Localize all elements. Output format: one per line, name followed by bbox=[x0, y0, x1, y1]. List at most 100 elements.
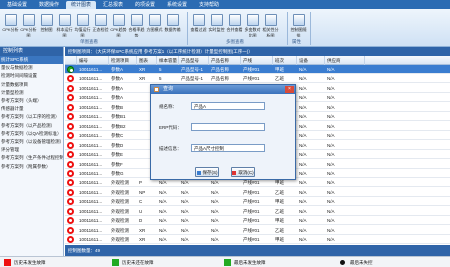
column-header[interactable]: 样本容量 bbox=[157, 56, 179, 65]
close-button[interactable]: × bbox=[285, 86, 294, 93]
status-indicator-icon bbox=[67, 217, 74, 225]
ribbon-button-12[interactable]: 合并查看 bbox=[226, 14, 243, 37]
column-header[interactable]: 产品型号 bbox=[179, 56, 209, 65]
ribbon-group-label: 单图查看 bbox=[80, 39, 98, 44]
ribbon-button-5[interactable]: 正态检验 bbox=[92, 14, 109, 37]
save-button[interactable]: 保存(S) bbox=[195, 167, 219, 177]
status-indicator-icon bbox=[67, 160, 74, 168]
status-dot-icon bbox=[69, 209, 72, 213]
column-header[interactable]: 班次 bbox=[273, 56, 297, 65]
ribbon-button-6[interactable]: CPK趋势图 bbox=[110, 14, 127, 37]
status-dot-icon bbox=[69, 181, 72, 185]
chart-icon bbox=[264, 14, 277, 26]
table-cell: N/A bbox=[299, 95, 307, 101]
table-row[interactable]: 10011611... 外观检测 XR N/A N/A N/A 产线#01 乙班 N/A N/A bbox=[65, 226, 450, 235]
tree-item[interactable]: 参考方案列（附属参数） bbox=[0, 163, 63, 171]
column-header[interactable]: 产线 bbox=[241, 56, 273, 65]
ribbon-button-7[interactable]: 合格率趋势 bbox=[128, 14, 145, 37]
legend-swatch bbox=[340, 260, 345, 265]
status-indicator-icon bbox=[67, 169, 74, 177]
tree-item[interactable]: 评分管理 bbox=[0, 146, 63, 154]
tree-item[interactable]: 参考方案列（以QA检测标准） bbox=[0, 130, 63, 138]
table-cell: 产线#01 bbox=[243, 189, 260, 195]
table-cell: N/A bbox=[327, 67, 335, 72]
ribbon-button-14[interactable]: 相关性分析图 bbox=[262, 14, 279, 37]
column-header[interactable]: 产品名称 bbox=[209, 56, 241, 65]
cancel-button[interactable]: 取消(C) bbox=[231, 167, 255, 177]
column-header[interactable]: 设备 bbox=[297, 56, 325, 65]
table-row[interactable]: 10011611... 外观检测 NP N/A N/A N/A 产线#01 乙班 N/A N/A bbox=[65, 188, 450, 197]
tab-1[interactable]: 数据操作 bbox=[34, 1, 64, 9]
menu-tabs: 基础设置 数据操作 统计图表 汇总报表 的项设置 系统设置 支持帮助 bbox=[0, 0, 450, 9]
ribbon-button-10[interactable]: 查看过滤 bbox=[190, 14, 207, 37]
ribbon-group-label: 多图查看 bbox=[226, 39, 244, 44]
column-header[interactable] bbox=[65, 56, 77, 65]
table-row[interactable]: 10011611... 参数A XR 5 产品型号-1 产品名称 产线#01 乙班 N/A N/A bbox=[65, 74, 450, 84]
table-row[interactable]: 10011611... 参数A XR 5 产品型号-1 产品名称 产线#01 甲班 N/A N/A bbox=[65, 65, 450, 74]
tab-6[interactable]: 支持帮助 bbox=[194, 1, 224, 9]
ribbon-button-11[interactable]: 实时监控 bbox=[208, 14, 225, 37]
status-dot-icon bbox=[69, 115, 72, 119]
tree-item[interactable]: 统计SPC系统 bbox=[0, 56, 63, 64]
breadcrumb: 控制图项目：（大庆环保SPC系统应用 参考方案1（以工序统计检测）计量型控制图(… bbox=[65, 47, 450, 56]
ribbon-button-3[interactable]: 样本运行图 bbox=[56, 14, 73, 37]
chart-count: 控制图数量：49 bbox=[65, 245, 450, 256]
table-row[interactable]: 10011611... 外观检测 U N/A N/A N/A 产线#01 乙班 N/A N/A bbox=[65, 207, 450, 216]
tree-item[interactable]: 参考方案列（以设备管理检测） bbox=[0, 138, 63, 146]
column-header[interactable]: 供应商 bbox=[325, 56, 365, 65]
table-cell: N/A bbox=[327, 123, 335, 129]
table-cell: N/A bbox=[299, 76, 307, 82]
tab-3[interactable]: 汇总报表 bbox=[98, 1, 128, 9]
tab-5[interactable]: 系统设置 bbox=[162, 1, 192, 9]
table-row[interactable]: 10011611... 外观检测 D N/A N/A N/A 产线#01 甲班 N/A N/A bbox=[65, 216, 450, 226]
table-row[interactable]: 10011611... 外观检测 XR N/A N/A N/A 产线#01 甲班 N/A N/A bbox=[65, 235, 450, 245]
description-input[interactable]: 产品A尺寸控制 bbox=[191, 144, 265, 152]
tree-item[interactable]: 参考方案列（以工序的检测） bbox=[0, 113, 63, 121]
tab-0[interactable]: 基础设置 bbox=[2, 1, 32, 9]
table-cell: N/A bbox=[327, 218, 335, 224]
tree-item[interactable]: 计量数据项目 bbox=[0, 81, 63, 89]
column-header[interactable]: 检测项目 bbox=[109, 56, 137, 65]
ribbon-button-2[interactable]: 控制图 bbox=[38, 14, 55, 37]
table-cell: 10011611... bbox=[79, 76, 103, 82]
column-header[interactable]: 编号 bbox=[77, 56, 109, 65]
ribbon-button-1[interactable]: CPK分析图 bbox=[20, 14, 37, 37]
table-cell: N/A bbox=[299, 123, 307, 129]
table-cell: N/A bbox=[299, 180, 307, 186]
table-cell: N/A bbox=[327, 199, 335, 205]
table-cell: 10011611... bbox=[79, 123, 103, 129]
ribbon-separator bbox=[310, 12, 311, 45]
name-input[interactable]: 产品A bbox=[191, 102, 265, 110]
ribbon-button-8[interactable]: 方图模式 bbox=[146, 14, 163, 37]
table-row[interactable]: 10011611... 外观检测 C N/A N/A N/A 产线#01 甲班 N/A N/A bbox=[65, 197, 450, 207]
tree-item[interactable]: 参考方案列（生产条件过程控制） bbox=[0, 154, 63, 162]
tree-item[interactable]: 传感器计量 bbox=[0, 105, 63, 113]
ribbon-button-13[interactable]: 多变数对比图 bbox=[244, 14, 261, 37]
tree-item[interactable]: 量仪与数据检测 bbox=[0, 64, 63, 72]
ribbon-button-4[interactable]: 均值运行图 bbox=[74, 14, 91, 37]
table-cell: N/A bbox=[327, 76, 335, 82]
tree-item[interactable]: 计量型检测 bbox=[0, 89, 63, 97]
table-cell: N/A bbox=[181, 227, 189, 233]
tree-item[interactable]: 检测时间间隔设置 bbox=[0, 72, 63, 80]
table-cell: N/A bbox=[299, 199, 307, 205]
status-dot-icon bbox=[69, 124, 72, 128]
ribbon-button-15[interactable]: 控制图随排 bbox=[290, 14, 307, 37]
table-cell: N/A bbox=[299, 152, 307, 158]
chart-icon bbox=[22, 14, 35, 26]
tree-item[interactable]: 参考方案列（头端） bbox=[0, 97, 63, 105]
column-header[interactable]: 图表 bbox=[137, 56, 157, 65]
ribbon-button-9[interactable]: 数据传输 bbox=[164, 14, 181, 37]
status-indicator-icon bbox=[67, 94, 74, 102]
table-cell: 产品型号-1 bbox=[181, 76, 204, 82]
tab-4[interactable]: 的项设置 bbox=[130, 1, 160, 9]
tree-item[interactable]: 参考方案列（以产品检测） bbox=[0, 122, 63, 130]
table-cell: 外观检测 bbox=[111, 199, 129, 205]
table-cell: 参数F bbox=[111, 161, 123, 167]
chart-icon bbox=[58, 14, 71, 26]
table-cell: 乙班 bbox=[275, 76, 284, 82]
erp-code-input[interactable] bbox=[191, 123, 265, 131]
tab-2[interactable]: 统计图表 bbox=[66, 1, 96, 9]
ribbon-button-0[interactable]: CPK分析 bbox=[2, 14, 19, 37]
cancel-icon bbox=[232, 170, 237, 175]
